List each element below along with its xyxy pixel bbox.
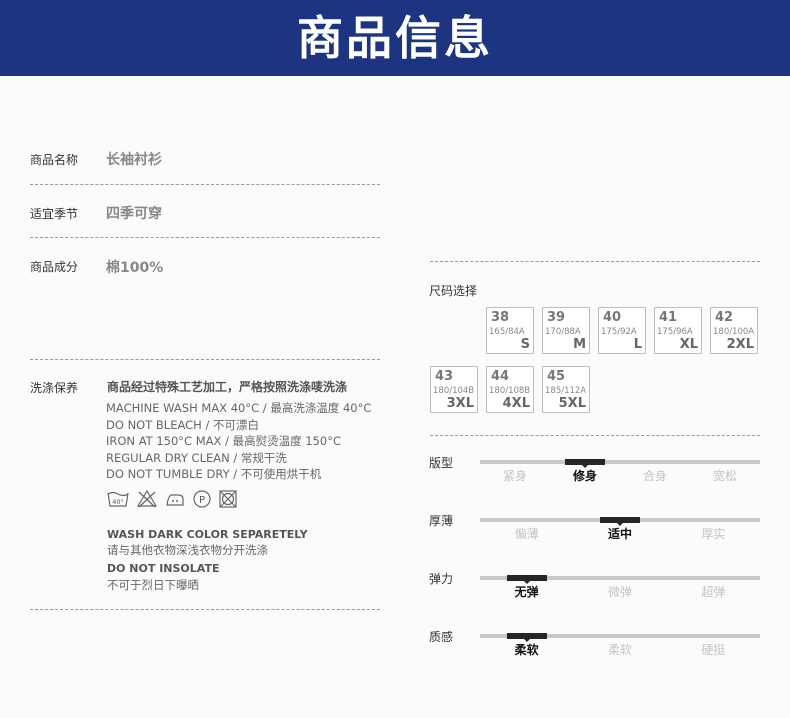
care-line: MACHINE WASH MAX 40°C / 最高洗涤温度 40°C bbox=[106, 401, 372, 415]
care-symbols: 40° P bbox=[106, 489, 238, 509]
wash-40-icon: 40° bbox=[107, 491, 129, 507]
attribute-track bbox=[480, 460, 760, 464]
attribute-label: 版型 bbox=[429, 456, 454, 470]
size-option-l[interactable]: 40 175/92A L bbox=[598, 307, 646, 354]
size-number: 38 bbox=[491, 310, 510, 325]
size-option-s[interactable]: 38 165/84A S bbox=[486, 307, 534, 354]
no-bleach-icon bbox=[136, 489, 158, 508]
season-label: 适宜季节 bbox=[30, 207, 79, 221]
attribute-option: 柔软 bbox=[514, 643, 539, 657]
size-letter: L bbox=[633, 337, 642, 352]
attribute-option: 硬挺 bbox=[701, 643, 726, 657]
size-number: 39 bbox=[547, 310, 566, 325]
attribute-option: 无弹 bbox=[514, 585, 539, 599]
care-instructions: MACHINE WASH MAX 40°C / 最高洗涤温度 40°C DO N… bbox=[106, 400, 371, 483]
attribute-option: 偏薄 bbox=[514, 527, 539, 541]
divider bbox=[30, 184, 380, 185]
size-letter: 4XL bbox=[502, 396, 530, 411]
divider bbox=[30, 237, 380, 238]
size-letter: M bbox=[573, 337, 586, 352]
care-line: REGULAR DRY CLEAN / 常规干洗 bbox=[106, 450, 287, 465]
size-letter: XL bbox=[679, 337, 698, 352]
dry-clean-letter: P bbox=[199, 495, 205, 506]
size-option-4xl[interactable]: 44 180/108B 4XL bbox=[486, 366, 534, 413]
size-option-m[interactable]: 39 170/88A M bbox=[542, 307, 590, 354]
attribute-option: 宽松 bbox=[712, 469, 737, 483]
size-selection-label: 尺码选择 bbox=[429, 284, 478, 298]
size-option-2xl[interactable]: 42 180/100A 2XL bbox=[710, 307, 758, 354]
care-title: 商品经过特殊工艺加工，严格按照洗涤唛洗涤 bbox=[107, 380, 348, 394]
attribute-option: 微弹 bbox=[607, 585, 632, 599]
size-number: 41 bbox=[659, 310, 678, 325]
size-spec: 175/96A bbox=[657, 327, 693, 337]
divider bbox=[30, 359, 380, 360]
divider bbox=[430, 261, 760, 262]
care-line: DO NOT TUMBLE DRY / 不可使用烘干机 bbox=[106, 467, 322, 482]
care-label: 洗涤保养 bbox=[30, 381, 79, 395]
size-option-xl[interactable]: 41 175/96A XL bbox=[654, 307, 702, 354]
wash-dark-note-cn: 请与其他衣物深浅衣物分开洗涤 bbox=[107, 543, 268, 557]
size-spec: 180/100A bbox=[713, 327, 755, 337]
material-value: 棉100% bbox=[106, 260, 164, 276]
material-label: 商品成分 bbox=[30, 260, 79, 274]
size-spec: 170/88A bbox=[545, 327, 581, 337]
attribute-label: 弹力 bbox=[429, 572, 454, 586]
attribute-label: 厚薄 bbox=[429, 514, 454, 528]
size-spec: 185/112A bbox=[545, 386, 587, 396]
size-letter: 3XL bbox=[446, 396, 474, 411]
size-letter: 2XL bbox=[726, 337, 754, 352]
care-line: DO NOT BLEACH / 不可漂白 bbox=[106, 417, 259, 432]
size-number: 44 bbox=[491, 369, 510, 384]
attribute-option: 修身 bbox=[572, 469, 597, 483]
attribute-option: 适中 bbox=[607, 527, 632, 541]
wash-temp-text: 40° bbox=[112, 498, 124, 506]
size-number: 40 bbox=[603, 310, 622, 325]
size-number: 43 bbox=[435, 369, 454, 384]
size-number: 45 bbox=[547, 369, 566, 384]
no-insolate-note-en: DO NOT INSOLATE bbox=[107, 562, 220, 575]
no-insolate-note-cn: 不可于烈日下曝晒 bbox=[107, 578, 199, 592]
attribute-option: 超弹 bbox=[701, 585, 726, 599]
size-spec: 175/92A bbox=[601, 327, 637, 337]
product-name-value: 长袖衬衫 bbox=[106, 152, 162, 168]
attribute-option: 合身 bbox=[642, 469, 667, 483]
iron-icon bbox=[166, 494, 184, 506]
size-spec: 180/108B bbox=[489, 386, 531, 396]
size-number: 42 bbox=[715, 310, 734, 325]
dry-clean-p-icon: P bbox=[193, 490, 211, 508]
care-line: IRON AT 150°C MAX / 最高熨烫温度 150°C bbox=[106, 434, 341, 449]
attribute-option: 厚实 bbox=[701, 527, 726, 541]
wash-dark-note-en: WASH DARK COLOR SEPARETELY bbox=[107, 528, 308, 541]
size-spec: 180/104B bbox=[433, 386, 475, 396]
size-letter: 5XL bbox=[558, 396, 586, 411]
size-option-5xl[interactable]: 45 185/112A 5XL bbox=[542, 366, 590, 413]
attribute-option: 紧身 bbox=[502, 469, 527, 483]
attribute-option: 柔软 bbox=[607, 643, 632, 657]
season-value: 四季可穿 bbox=[106, 206, 162, 222]
divider bbox=[30, 609, 380, 610]
size-spec: 165/84A bbox=[489, 327, 525, 337]
page-title: 商品信息 bbox=[297, 11, 493, 65]
product-name-label: 商品名称 bbox=[30, 153, 79, 167]
no-tumble-dry-icon bbox=[219, 490, 237, 508]
divider bbox=[430, 435, 760, 436]
size-option-3xl[interactable]: 43 180/104B 3XL bbox=[430, 366, 478, 413]
attribute-label: 质感 bbox=[429, 630, 454, 644]
size-letter: S bbox=[520, 337, 530, 352]
